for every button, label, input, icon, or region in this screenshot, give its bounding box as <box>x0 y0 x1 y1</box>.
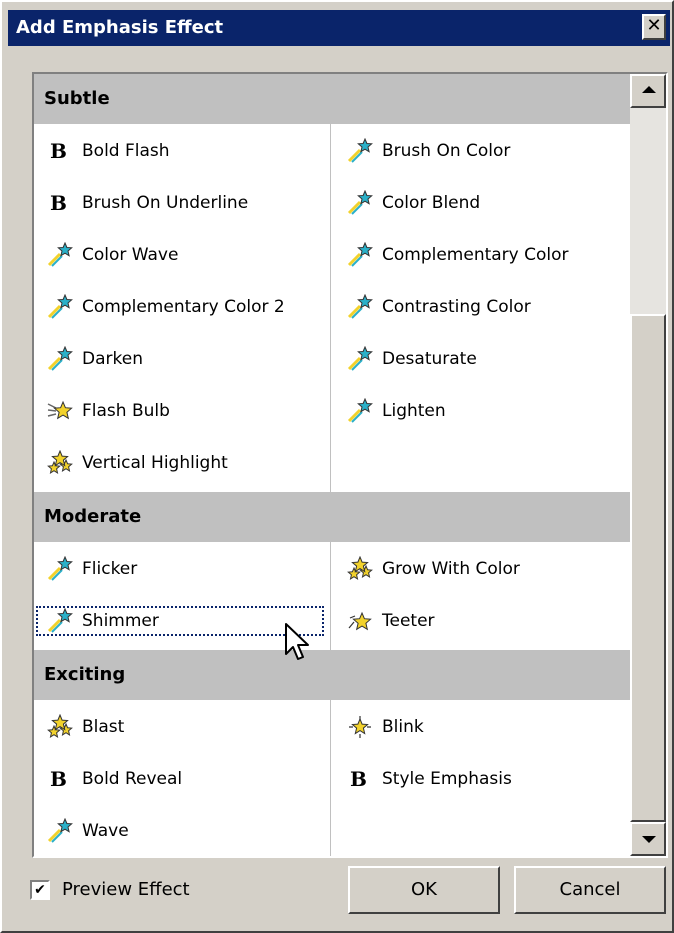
effect-label: Lighten <box>382 401 446 421</box>
window-title: Add Emphasis Effect <box>16 17 224 38</box>
add-emphasis-effect-dialog: Add Emphasis Effect ✕ Subtle B Bold Flash B… <box>0 0 674 933</box>
bold-b-icon: B <box>46 762 74 796</box>
column-divider <box>330 700 331 856</box>
bold-b-icon: B <box>46 134 74 168</box>
title-bar: Add Emphasis Effect ✕ <box>8 10 670 46</box>
effect-label: Blink <box>382 717 424 737</box>
star-burst-icon <box>346 552 374 586</box>
effect-item-blast[interactable]: Blast <box>34 710 326 744</box>
effect-item-vertical-highlight[interactable]: Vertical Highlight <box>34 446 326 480</box>
svg-text:B: B <box>50 191 67 215</box>
scroll-up-button[interactable] <box>630 74 666 108</box>
effect-label: Complementary Color 2 <box>82 297 285 317</box>
check-icon: ✔ <box>34 882 46 898</box>
shooting-star-icon <box>46 604 74 638</box>
arrow-down-icon <box>642 836 656 843</box>
effect-item-complementary-color[interactable]: Complementary Color <box>334 238 626 272</box>
group-header-subtle: Subtle <box>34 74 630 124</box>
effect-item-complementary-color-2[interactable]: Complementary Color 2 <box>34 290 326 324</box>
effect-label: Style Emphasis <box>382 769 512 789</box>
effect-label: Brush On Underline <box>82 193 249 213</box>
effect-item-blink[interactable]: Blink <box>334 710 626 744</box>
svg-text:B: B <box>350 767 367 791</box>
shooting-star-icon <box>46 342 74 376</box>
shooting-star-icon <box>346 394 374 428</box>
star-burst-icon <box>46 710 74 744</box>
effect-label: Brush On Color <box>382 141 511 161</box>
vertical-scrollbar[interactable] <box>630 74 666 856</box>
column-divider <box>330 542 331 650</box>
effect-item-flicker[interactable]: Flicker <box>34 552 326 586</box>
effect-label: Grow With Color <box>382 559 520 579</box>
flash-bulb-icon <box>46 394 74 428</box>
group-header-moderate: Moderate <box>34 492 630 542</box>
dialog-footer: ✔ Preview Effect OK Cancel <box>2 864 674 924</box>
effect-label: Blast <box>82 717 125 737</box>
shooting-star-icon <box>46 238 74 272</box>
shooting-star-icon <box>46 814 74 848</box>
group-header-exciting: Exciting <box>34 650 630 700</box>
effect-label: Desaturate <box>382 349 477 369</box>
effects-list-frame: Subtle B Bold Flash Brush On Color B Brush On… <box>32 72 668 858</box>
preview-effect-checkbox[interactable]: ✔ <box>30 880 50 900</box>
effect-item-teeter[interactable]: Teeter <box>334 604 626 638</box>
bold-b-icon: B <box>346 762 374 796</box>
scroll-thumb[interactable] <box>630 314 666 822</box>
effect-item-color-wave[interactable]: Color Wave <box>34 238 326 272</box>
effect-item-bold-reveal[interactable]: B Bold Reveal <box>34 762 326 796</box>
effect-item-contrasting-color[interactable]: Contrasting Color <box>334 290 626 324</box>
close-icon: ✕ <box>646 15 662 36</box>
effect-item-color-blend[interactable]: Color Blend <box>334 186 626 220</box>
close-button[interactable]: ✕ <box>642 14 666 40</box>
effect-label: Darken <box>82 349 143 369</box>
column-divider <box>330 124 331 492</box>
scroll-down-button[interactable] <box>630 822 666 856</box>
effect-label: Wave <box>82 821 129 841</box>
effect-label: Bold Reveal <box>82 769 183 789</box>
star-burst-icon <box>46 446 74 480</box>
effect-item-flash-bulb[interactable]: Flash Bulb <box>34 394 326 428</box>
shooting-star-icon <box>346 134 374 168</box>
effect-label: Flicker <box>82 559 138 579</box>
shooting-star-icon <box>346 238 374 272</box>
effect-label: Color Blend <box>382 193 481 213</box>
svg-text:B: B <box>50 139 67 163</box>
effect-label: Color Wave <box>82 245 179 265</box>
effect-label: Flash Bulb <box>82 401 170 421</box>
effect-label: Shimmer <box>82 611 159 631</box>
effect-label: Contrasting Color <box>382 297 531 317</box>
effect-item-desaturate[interactable]: Desaturate <box>334 342 626 376</box>
effect-item-wave[interactable]: Wave <box>34 814 326 848</box>
effect-item-shimmer[interactable]: Shimmer <box>34 604 326 638</box>
effect-label: Bold Flash <box>82 141 170 161</box>
effect-item-style-emphasis[interactable]: B Style Emphasis <box>334 762 626 796</box>
effect-item-brush-on-underline[interactable]: B Brush On Underline <box>34 186 326 220</box>
effect-item-lighten[interactable]: Lighten <box>334 394 626 428</box>
effect-item-darken[interactable]: Darken <box>34 342 326 376</box>
arrow-up-icon <box>642 86 656 93</box>
bold-b-icon: B <box>46 186 74 220</box>
effect-item-bold-flash[interactable]: B Bold Flash <box>34 134 326 168</box>
effect-label: Complementary Color <box>382 245 569 265</box>
effect-label: Teeter <box>382 611 435 631</box>
shooting-star-icon <box>346 290 374 324</box>
shooting-star-icon <box>46 552 74 586</box>
effects-list: Subtle B Bold Flash Brush On Color B Brush On… <box>34 74 630 856</box>
ok-button[interactable]: OK <box>348 866 500 914</box>
effect-item-brush-on-color[interactable]: Brush On Color <box>334 134 626 168</box>
svg-text:B: B <box>50 767 67 791</box>
shooting-star-icon <box>346 186 374 220</box>
effect-label: Vertical Highlight <box>82 453 228 473</box>
shooting-star-icon <box>346 342 374 376</box>
teeter-star-icon <box>346 604 374 638</box>
effect-item-grow-with-color[interactable]: Grow With Color <box>334 552 626 586</box>
shooting-star-icon <box>46 290 74 324</box>
blink-star-icon <box>346 710 374 744</box>
mouse-pointer-icon <box>285 623 309 660</box>
cancel-button[interactable]: Cancel <box>514 866 666 914</box>
preview-effect-label[interactable]: Preview Effect <box>62 878 190 902</box>
